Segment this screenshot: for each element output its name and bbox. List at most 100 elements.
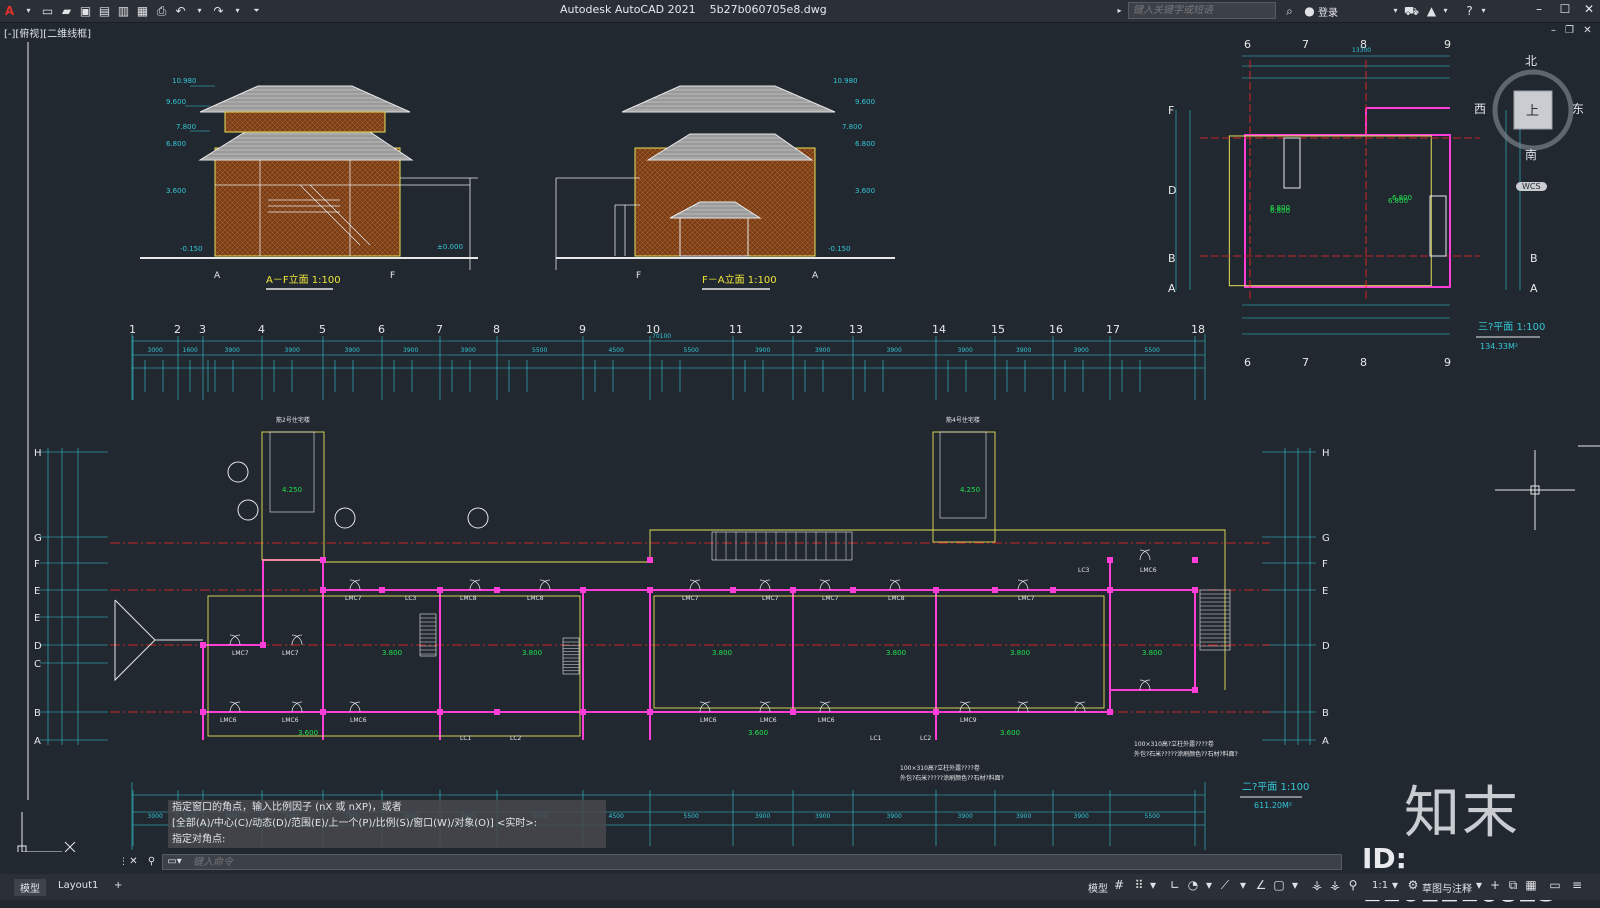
add-layout-icon[interactable]: + bbox=[108, 879, 128, 892]
grid-label-top: 3 bbox=[199, 323, 206, 336]
isodraft-icon[interactable]: ⟋ bbox=[1218, 878, 1232, 893]
drawing-canvas[interactable]: 10.980 9.600 7.800 6.800 3.600 -0.150 ±0.000… bbox=[0, 22, 1600, 852]
customize-toolbar-icon[interactable]: ⏷ bbox=[249, 4, 264, 18]
column-mark bbox=[437, 709, 443, 715]
print-icon[interactable]: ⎙ bbox=[154, 4, 169, 18]
units-icon[interactable]: ⧉ bbox=[1506, 878, 1520, 893]
svg-text:9: 9 bbox=[1444, 38, 1451, 51]
cart-icon[interactable]: ⛟ bbox=[1404, 4, 1419, 18]
quick-properties-icon[interactable]: ▦ bbox=[1524, 878, 1538, 892]
help-icon[interactable]: ? bbox=[1462, 4, 1477, 18]
svg-text:A: A bbox=[1168, 282, 1176, 295]
snap-icon[interactable]: ⠿ bbox=[1132, 878, 1146, 892]
polar-dropdown-icon[interactable]: ▾ bbox=[1202, 878, 1216, 892]
login-link[interactable]: 登录 bbox=[1318, 4, 1338, 19]
svg-text:-0.150: -0.150 bbox=[828, 245, 851, 253]
window-title: Autodesk AutoCAD 2021 5b27b060705e8.dwg bbox=[560, 3, 827, 16]
workspace-switch[interactable]: 草图与注释 bbox=[1422, 880, 1472, 895]
object-snap-tracking-icon[interactable]: ∠ bbox=[1254, 878, 1268, 892]
dim-text: 3900 bbox=[815, 813, 830, 820]
autocad-logo-icon[interactable]: A bbox=[2, 4, 17, 18]
save-icon[interactable]: ▣ bbox=[78, 4, 93, 18]
grid-label-bottom: 16 bbox=[1049, 850, 1063, 852]
sheet-set-icon[interactable]: ▦ bbox=[135, 4, 150, 18]
elevation-af: 10.980 9.600 7.800 6.800 3.600 -0.150 ±0.000… bbox=[140, 77, 478, 290]
command-close-icon[interactable]: ✕ bbox=[126, 855, 141, 869]
recent-commands-icon[interactable]: ▭▾ bbox=[167, 855, 182, 869]
open-folder-icon[interactable]: ▰ bbox=[59, 4, 74, 18]
close-icon[interactable]: ✕ bbox=[1580, 2, 1598, 16]
viewcube-south[interactable]: 南 bbox=[1525, 146, 1537, 163]
column-mark bbox=[850, 587, 856, 593]
quick-access-toolbar: A ▾ ▭ ▰ ▣ ▤ ▥ ▦ ⎙ ↶ ▾ ↷ ▾ ⏷ bbox=[2, 3, 264, 19]
undo-dropdown-icon[interactable]: ▾ bbox=[192, 4, 207, 18]
auto-scale-icon[interactable]: ⚶ bbox=[1328, 878, 1342, 892]
viewcube[interactable]: 北 南 西 东 上 WCS bbox=[1474, 54, 1586, 191]
grid-label-top: 4 bbox=[258, 323, 265, 336]
workspace-gear-icon[interactable]: ⚙ bbox=[1406, 878, 1420, 892]
search-icon[interactable]: ⌕ bbox=[1282, 4, 1297, 18]
grid-label-top: 14 bbox=[932, 323, 946, 336]
object-snap-icon[interactable]: ▢ bbox=[1272, 878, 1286, 892]
grid-label-bottom: 3 bbox=[199, 850, 206, 852]
column-mark bbox=[1192, 687, 1198, 693]
autodesk-a360-icon[interactable]: ▲ bbox=[1424, 4, 1439, 18]
model-space-toggle[interactable]: 模型 bbox=[1088, 880, 1108, 895]
room-label: LMC7 bbox=[232, 650, 249, 657]
plot-to-web-icon[interactable]: ▥ bbox=[116, 4, 131, 18]
object-snap-dropdown-icon[interactable]: ▾ bbox=[1288, 878, 1302, 892]
room-label: LC1 bbox=[460, 735, 472, 742]
help-dropdown-icon[interactable]: ▾ bbox=[1476, 4, 1491, 18]
clean-screen-icon[interactable]: ▭ bbox=[1548, 878, 1562, 892]
polar-tracking-icon[interactable]: ◔ bbox=[1186, 878, 1200, 892]
minimize-icon[interactable]: – bbox=[1530, 2, 1548, 16]
a360-dropdown-icon[interactable]: ▾ bbox=[1438, 4, 1453, 18]
search-expand-icon[interactable]: ▸ bbox=[1112, 4, 1127, 18]
ortho-icon[interactable]: ∟ bbox=[1168, 878, 1182, 892]
grid-label-left: H bbox=[34, 448, 42, 459]
dim-text: 3900 bbox=[285, 347, 300, 354]
viewcube-north[interactable]: 北 bbox=[1525, 52, 1537, 69]
ucs-icon bbox=[17, 812, 76, 852]
command-customize-icon[interactable]: ⚲ bbox=[144, 855, 159, 869]
svg-text:6: 6 bbox=[1244, 38, 1251, 51]
redo-dropdown-icon[interactable]: ▾ bbox=[230, 4, 245, 18]
room-label: LMC7 bbox=[682, 595, 699, 602]
save-as-icon[interactable]: ▤ bbox=[97, 4, 112, 18]
viewcube-west[interactable]: 西 bbox=[1474, 100, 1486, 117]
new-file-icon[interactable]: ▭ bbox=[40, 4, 55, 18]
viewcube-east[interactable]: 东 bbox=[1572, 100, 1584, 117]
isodraft-dropdown-icon[interactable]: ▾ bbox=[1236, 878, 1250, 892]
annotation-scale-value[interactable]: 1:1 bbox=[1372, 880, 1388, 891]
annotation-visibility-icon[interactable]: ⚶ bbox=[1310, 878, 1324, 892]
customization-icon[interactable]: ≡ bbox=[1570, 878, 1584, 892]
maximize-icon[interactable]: ☐ bbox=[1556, 2, 1574, 16]
grid-label-bottom: 10 bbox=[646, 850, 660, 852]
snap-dropdown-icon[interactable]: ▾ bbox=[1146, 878, 1160, 892]
dim-text: 3000 bbox=[148, 347, 163, 354]
annotation-monitor-icon[interactable]: + bbox=[1488, 878, 1502, 892]
scale-dropdown-icon[interactable]: ▾ bbox=[1388, 878, 1402, 892]
redo-icon[interactable]: ↷ bbox=[211, 4, 226, 18]
login-dropdown-icon[interactable]: ▾ bbox=[1388, 4, 1403, 18]
svg-text:A: A bbox=[812, 271, 819, 281]
user-icon[interactable]: ● bbox=[1302, 4, 1317, 18]
annotation-scale-icon[interactable]: ⚲ bbox=[1346, 878, 1360, 892]
app-menu-chevron-icon[interactable]: ▾ bbox=[21, 4, 36, 18]
tab-layout1[interactable]: Layout1 bbox=[52, 879, 104, 892]
elevation-fa: 10.980 9.600 7.800 6.800 3.600 -0.150 F A F－A… bbox=[555, 77, 895, 290]
undo-icon[interactable]: ↶ bbox=[173, 4, 188, 18]
tab-model[interactable]: 模型 bbox=[14, 879, 46, 896]
workspace-dropdown-icon[interactable]: ▾ bbox=[1472, 878, 1486, 892]
grid-icon[interactable]: # bbox=[1112, 878, 1126, 892]
grid-label-left: F bbox=[34, 559, 40, 570]
dim-text: 3900 bbox=[461, 347, 476, 354]
column-mark bbox=[647, 709, 653, 715]
viewcube-top-face[interactable]: 上 bbox=[1526, 100, 1539, 119]
file-name: 5b27b060705e8.dwg bbox=[709, 3, 827, 16]
grid-label-right: E bbox=[1322, 586, 1328, 597]
wcs-menu[interactable]: WCS bbox=[1516, 182, 1547, 191]
help-search-input[interactable] bbox=[1128, 2, 1276, 19]
command-input[interactable] bbox=[193, 855, 1293, 869]
svg-text:9.600: 9.600 bbox=[166, 98, 186, 106]
